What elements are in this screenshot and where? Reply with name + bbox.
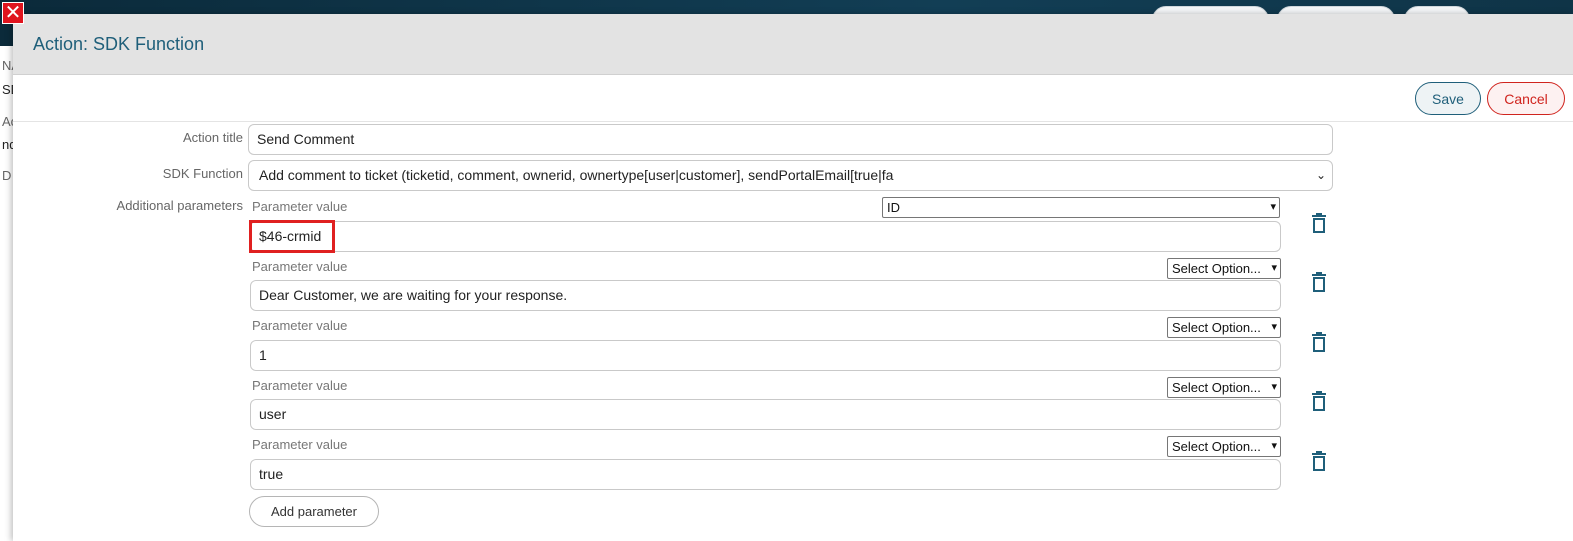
parameter-label: Parameter value <box>252 199 348 214</box>
parameter-value-input[interactable]: Dear Customer, we are waiting for your r… <box>250 280 1281 311</box>
chevron-down-icon: ▾ <box>1271 381 1277 393</box>
parameter-option-value: Select Option... <box>1172 439 1261 454</box>
parameter-label: Parameter value <box>252 378 348 393</box>
background-fragment: D <box>2 168 12 183</box>
chevron-down-icon: ▾ <box>1270 201 1276 213</box>
parameter-value-input[interactable]: user <box>250 399 1281 430</box>
parameter-option-select[interactable]: Select Option... ▾ <box>1167 258 1281 279</box>
parameter-label: Parameter value <box>252 259 348 274</box>
trash-icon[interactable] <box>1311 391 1327 411</box>
sdk-function-selected: Add comment to ticket (ticketid, comment… <box>259 167 894 183</box>
trash-icon[interactable] <box>1311 213 1327 233</box>
cancel-button[interactable]: Cancel <box>1487 82 1565 115</box>
save-button[interactable]: Save <box>1415 82 1481 115</box>
parameter-option-value: Select Option... <box>1172 380 1261 395</box>
chevron-down-icon: ▾ <box>1271 262 1277 274</box>
parameter-option-value: Select Option... <box>1172 261 1261 276</box>
trash-icon[interactable] <box>1311 332 1327 352</box>
modal-toolbar: Save Cancel <box>13 75 1573 122</box>
parameter-option-value: Select Option... <box>1172 320 1261 335</box>
background-left-panel: NA SD Ac nd D <box>0 46 14 541</box>
chevron-down-icon: ▾ <box>1271 321 1277 333</box>
modal-title: Action: SDK Function <box>33 33 205 54</box>
modal-header: Action: SDK Function <box>13 14 1573 75</box>
trash-icon[interactable] <box>1311 451 1327 471</box>
action-title-label: Action title <box>183 130 243 145</box>
sdk-function-modal: Action: SDK Function Save Cancel Action … <box>13 14 1573 541</box>
parameter-label: Parameter value <box>252 318 348 333</box>
sdk-function-label: SDK Function <box>162 166 243 181</box>
parameter-option-select[interactable]: ID ▾ <box>882 197 1280 218</box>
parameter-option-select[interactable]: Select Option... ▾ <box>1167 436 1281 457</box>
action-title-input[interactable]: Send Comment <box>248 124 1333 155</box>
parameter-option-value: ID <box>887 200 900 215</box>
add-parameter-button[interactable]: Add parameter <box>249 496 379 527</box>
trash-icon[interactable] <box>1311 272 1327 292</box>
parameter-value-input[interactable]: true <box>250 459 1281 490</box>
highlight-box <box>249 220 335 253</box>
parameter-value-input[interactable]: $46-crmid <box>250 221 1281 252</box>
chevron-down-icon: ▾ <box>1271 440 1277 452</box>
parameter-value-input[interactable]: 1 <box>250 340 1281 371</box>
additional-parameters-label: Additional parameters <box>116 198 243 213</box>
chevron-down-icon: ⌄ <box>1315 168 1326 182</box>
parameter-option-select[interactable]: Select Option... ▾ <box>1167 377 1281 398</box>
close-icon[interactable]: ✕ <box>2 2 24 24</box>
parameter-option-select[interactable]: Select Option... ▾ <box>1167 317 1281 338</box>
sdk-function-select[interactable]: Add comment to ticket (ticketid, comment… <box>248 160 1333 191</box>
parameter-label: Parameter value <box>252 437 348 452</box>
